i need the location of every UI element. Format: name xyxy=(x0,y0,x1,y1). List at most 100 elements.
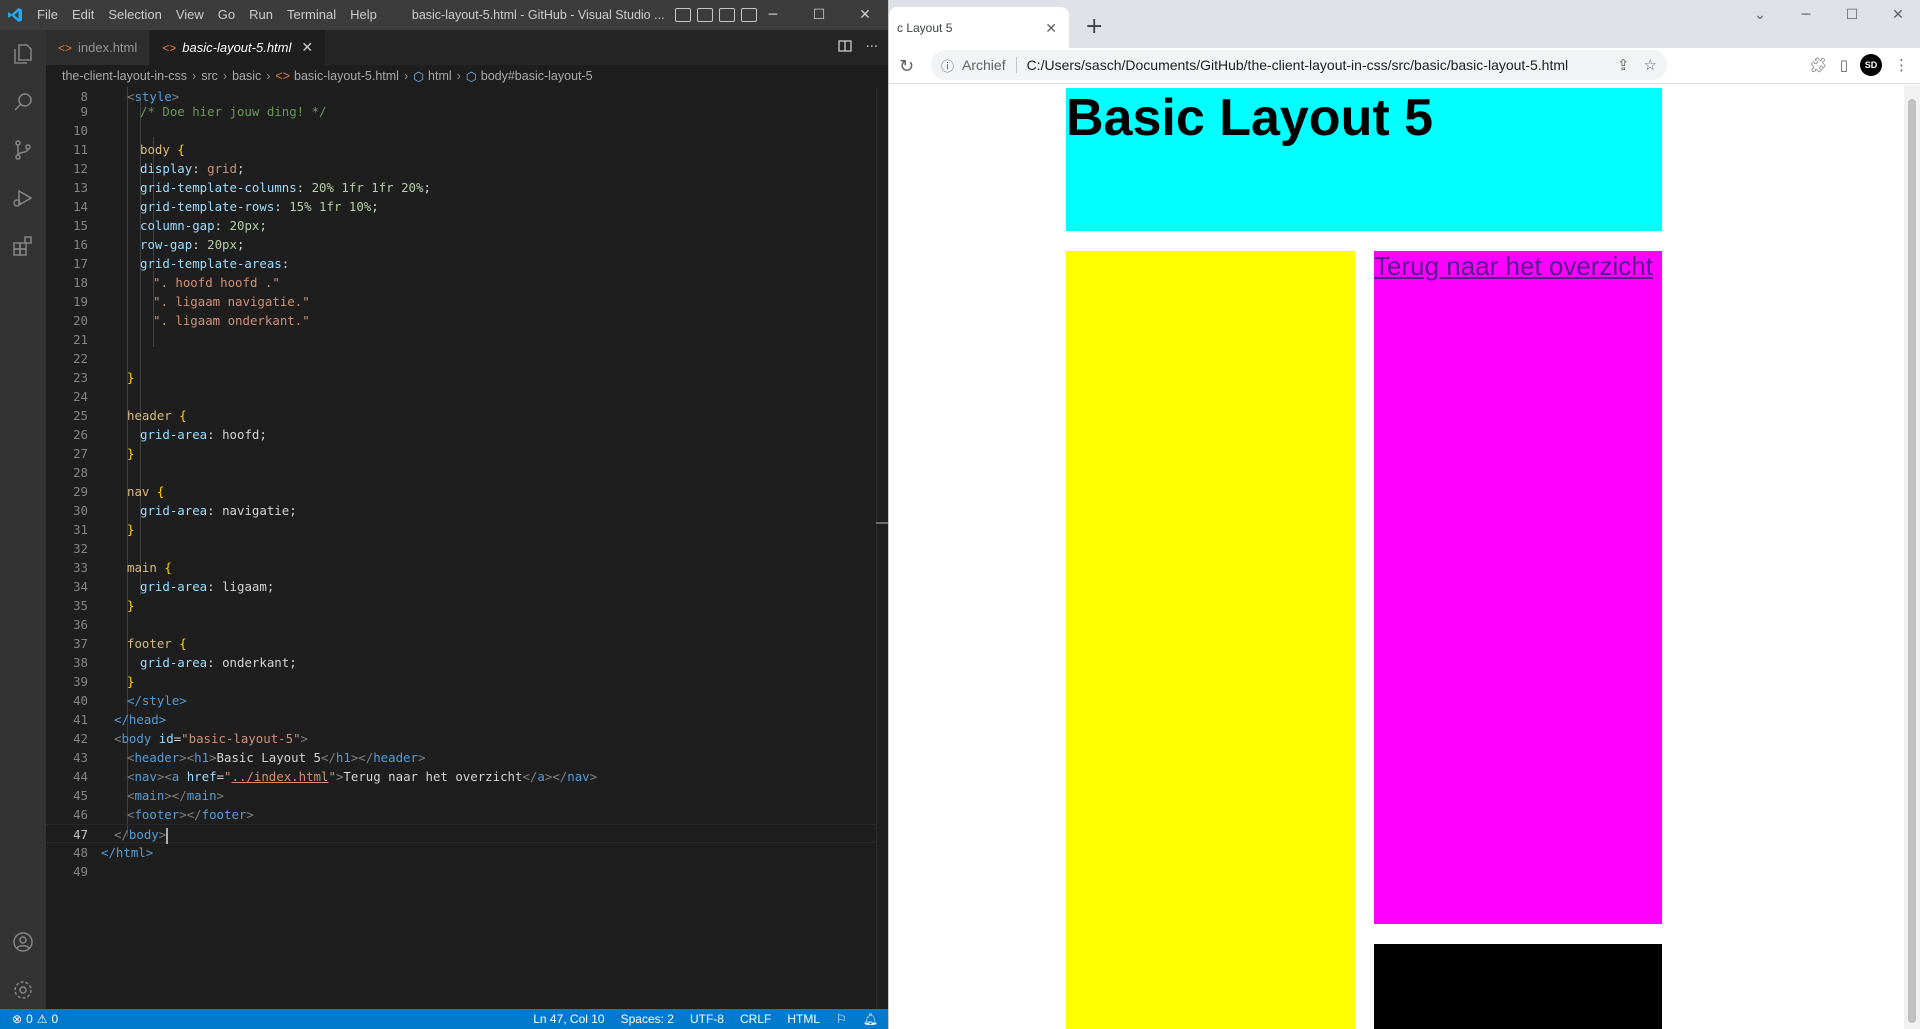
extensions-icon[interactable] xyxy=(0,222,46,270)
menu-file[interactable]: File xyxy=(30,0,65,30)
code-line: 28 xyxy=(73,465,88,480)
indentation[interactable]: Spaces: 2 xyxy=(621,1012,674,1026)
minimize-icon[interactable]: ─ xyxy=(750,0,796,30)
code-editor[interactable]: 8 <style> 9/* Doe hier jouw ding! */ 10 1… xyxy=(46,87,876,1009)
scrollbar-thumb[interactable] xyxy=(1908,99,1916,1023)
code-line: 15 column-gap: 20px; xyxy=(73,218,267,233)
profile-avatar[interactable]: SD xyxy=(1860,54,1882,76)
toggle-secondary-sidebar-icon[interactable] xyxy=(718,8,735,22)
site-info-icon[interactable]: ⓘ xyxy=(941,56,954,75)
minimize-icon[interactable]: ─ xyxy=(1783,0,1829,30)
code-line: 9/* Doe hier jouw ding! */ xyxy=(80,104,327,119)
menu-go[interactable]: Go xyxy=(211,0,242,30)
extensions-puzzle-icon[interactable]: 🧩︎ xyxy=(1809,56,1828,74)
breadcrumb-item[interactable]: body#basic-layout-5 xyxy=(481,69,593,83)
browser-scrollbar[interactable] xyxy=(1904,85,1920,1029)
code-line: 44 <nav><a href="../index.html">Terug naa… xyxy=(73,769,598,784)
cursor-position[interactable]: Ln 47, Col 10 xyxy=(533,1012,604,1026)
vscode-logo-icon xyxy=(0,0,30,30)
code-line: 24 xyxy=(73,389,88,404)
manage-gear-icon[interactable] xyxy=(0,966,46,1014)
menu-run[interactable]: Run xyxy=(242,0,280,30)
close-tab-icon[interactable]: ✕ xyxy=(1045,20,1057,37)
vscode-window-controls: ─ ☐ ✕ xyxy=(750,0,888,30)
browser-window: c Layout 5 ✕ + ⌄ ─ ☐ ✕ ↻ ⓘ Archief C:/Us… xyxy=(888,0,1920,1029)
breadcrumb: the-client-layout-in-css › src › basic ›… xyxy=(46,65,888,87)
search-icon[interactable] xyxy=(0,78,46,126)
code-line: 20 ". ligaam onderkant." xyxy=(73,313,310,328)
share-icon[interactable]: ⇪ xyxy=(1617,56,1630,74)
symbol-icon: ⬡ xyxy=(465,69,477,84)
menu-terminal[interactable]: Terminal xyxy=(280,0,343,30)
more-actions-icon[interactable]: ··· xyxy=(866,40,878,55)
chevron-right-icon: › xyxy=(403,69,409,83)
maximize-icon[interactable]: ☐ xyxy=(1829,0,1875,30)
toggle-panel-icon[interactable] xyxy=(696,8,713,22)
end-of-line[interactable]: CRLF xyxy=(740,1012,771,1026)
tab-basic-layout-5-html[interactable]: <> basic-layout-5.html ✕ xyxy=(150,30,327,65)
breadcrumb-item[interactable]: html xyxy=(428,69,452,83)
new-tab-plus-icon[interactable]: + xyxy=(1085,14,1103,39)
html-file-icon: <> xyxy=(275,69,291,83)
code-line: 34 grid-area: ligaam; xyxy=(73,579,275,594)
accounts-icon[interactable] xyxy=(0,918,46,966)
editor-tabs: <> index.html <> basic-layout-5.html ✕ ·… xyxy=(46,30,888,65)
reload-icon[interactable]: ↻ xyxy=(899,56,914,77)
browser-tab-title: c Layout 5 xyxy=(897,20,953,35)
page-footer xyxy=(1374,944,1662,1029)
tab-search-chevron-icon[interactable]: ⌄ xyxy=(1737,0,1783,30)
editor-scrollbar[interactable] xyxy=(876,87,888,1009)
close-icon[interactable]: ✕ xyxy=(1875,0,1920,30)
code-line: 19 ". ligaam navigatie." xyxy=(73,294,310,309)
close-tab-icon[interactable]: ✕ xyxy=(301,39,313,56)
page-main xyxy=(1066,251,1355,1029)
breadcrumb-item[interactable]: basic-layout-5.html xyxy=(294,69,399,83)
code-line: 40 </style> xyxy=(73,693,187,708)
layout-controls xyxy=(674,8,757,22)
problems-indicator[interactable]: ⊗ 0 ⚠ 0 xyxy=(0,1012,58,1026)
language-mode[interactable]: HTML xyxy=(787,1012,820,1026)
menu-view[interactable]: View xyxy=(169,0,211,30)
feedback-icon[interactable]: ⚐ xyxy=(836,1012,847,1026)
page-viewport: Basic Layout 5 Terug naar het overzicht xyxy=(889,85,1905,1029)
breadcrumb-item[interactable]: the-client-layout-in-css xyxy=(62,69,187,83)
symbol-icon: ⬡ xyxy=(413,69,425,84)
warning-icon: ⚠ xyxy=(36,1012,48,1026)
close-icon[interactable]: ✕ xyxy=(842,0,888,30)
code-line: 36 xyxy=(73,617,88,632)
menu-selection[interactable]: Selection xyxy=(101,0,168,30)
code-line: 25 header { xyxy=(73,408,187,423)
maximize-icon[interactable]: ☐ xyxy=(796,0,842,30)
code-line: 16 row-gap: 20px; xyxy=(73,237,245,252)
chevron-right-icon: › xyxy=(192,69,197,83)
scrollbar-cursor-marker xyxy=(876,522,888,524)
tab-index-html[interactable]: <> index.html xyxy=(46,30,151,65)
source-control-icon[interactable] xyxy=(0,126,46,174)
chrome-menu-icon[interactable]: ⋮ xyxy=(1894,56,1909,74)
chevron-right-icon: › xyxy=(222,69,228,83)
code-line: 12 display: grid; xyxy=(73,161,245,176)
notifications-bell-icon[interactable]: 🔔︎ xyxy=(863,1012,878,1026)
address-bar[interactable]: ⓘ Archief C:/Users/sasch/Documents/GitHu… xyxy=(931,50,1667,80)
explorer-icon[interactable] xyxy=(0,30,46,78)
toggle-primary-sidebar-icon[interactable] xyxy=(674,8,691,22)
encoding[interactable]: UTF-8 xyxy=(690,1012,724,1026)
menu-edit[interactable]: Edit xyxy=(65,0,101,30)
run-debug-icon[interactable] xyxy=(0,174,46,222)
menu-help[interactable]: Help xyxy=(343,0,384,30)
back-to-overview-link[interactable]: Terug naar het overzicht xyxy=(1374,251,1662,282)
code-line: 37 footer { xyxy=(73,636,187,651)
code-line: 33 main { xyxy=(73,560,172,575)
code-line: 27} xyxy=(73,446,135,461)
split-editor-icon[interactable] xyxy=(837,39,852,57)
error-count: 0 xyxy=(26,1012,33,1026)
html-file-icon: <> xyxy=(162,40,177,55)
breadcrumb-item[interactable]: basic xyxy=(232,69,261,83)
side-panel-icon[interactable]: ▯ xyxy=(1840,56,1848,74)
url-text[interactable]: C:/Users/sasch/Documents/GitHub/the-clie… xyxy=(1027,57,1569,73)
browser-tab[interactable]: c Layout 5 ✕ xyxy=(889,7,1069,48)
code-line: 13 grid-template-columns: 20% 1fr 1fr 20%… xyxy=(73,180,431,195)
code-line: 10 xyxy=(73,123,88,138)
breadcrumb-item[interactable]: src xyxy=(201,69,218,83)
bookmark-star-icon[interactable]: ☆ xyxy=(1644,56,1657,74)
